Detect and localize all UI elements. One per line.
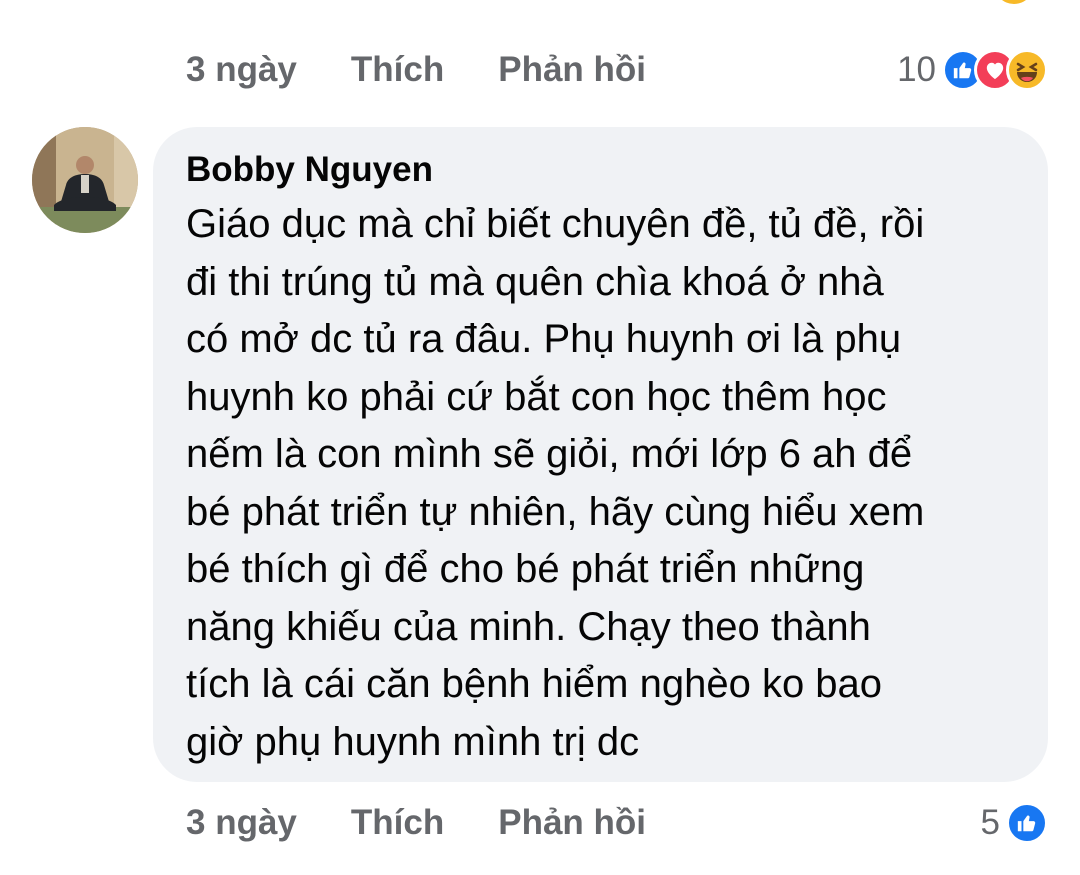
reply-button[interactable]: Phản hồi [498, 803, 646, 843]
comment-time[interactable]: 3 ngày [186, 803, 297, 843]
comment-actions: 3 ngày Thích Phản hồi 5 [186, 793, 1048, 853]
reaction-summary[interactable]: 10 [897, 40, 1048, 100]
avatar[interactable] [32, 127, 138, 233]
reply-button[interactable]: Phản hồi [498, 50, 646, 90]
reaction-count: 5 [980, 803, 1000, 842]
reaction-summary[interactable]: 5 [981, 793, 1048, 853]
comment-text: Giáo dục mà chỉ biết chuyên đề, tủ đề, r… [186, 202, 925, 764]
like-button[interactable]: Thích [351, 50, 444, 90]
reaction-count: 10 [897, 50, 936, 89]
haha-icon-partial [994, 0, 1034, 4]
comment-author[interactable]: Bobby Nguyen [186, 149, 1018, 191]
haha-icon [1006, 49, 1048, 91]
previous-comment-actions: 3 ngày Thích Phản hồi 10 [186, 40, 1048, 100]
like-icon [1006, 802, 1048, 844]
comment-bubble: Bobby Nguyen Giáo dục mà chỉ biết chuyên… [153, 127, 1048, 782]
like-button[interactable]: Thích [351, 803, 444, 843]
comment-time[interactable]: 3 ngày [186, 50, 297, 90]
